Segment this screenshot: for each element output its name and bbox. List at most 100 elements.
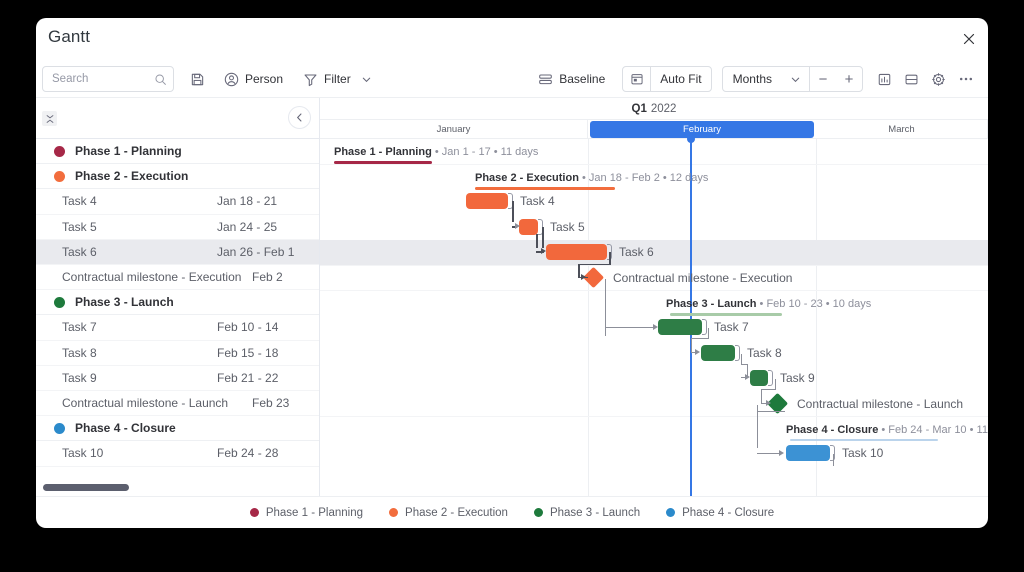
autofit-button[interactable]: Auto Fit [651,67,710,91]
task-name: Task 4 [62,194,97,209]
export-icon [877,72,892,87]
more-options-icon [958,71,974,87]
grid-vertical-line [588,139,589,496]
task-bar-task4[interactable] [466,193,508,210]
legend-item[interactable]: Phase 2 - Execution [389,507,508,519]
task-dates: Feb 2 [252,270,283,285]
save-button[interactable] [184,66,211,92]
month-cell-march[interactable]: March [816,120,988,139]
task-bar-task8[interactable] [701,344,735,361]
title-bar: Gantt [36,18,988,60]
task-row[interactable]: Task 4 Jan 18 - 21 [36,189,319,215]
filter-button[interactable]: Filter [296,66,379,92]
timeline-panel: Q1 2022 January February March Phase 1 - P… [320,98,988,496]
more-options-button[interactable] [952,66,980,92]
task-row[interactable]: Contractual milestone - Execution Feb 2 [36,265,319,291]
dependency-link [542,226,544,248]
month-header: January February March [320,120,988,139]
chevron-down-icon[interactable] [361,74,372,85]
group-row[interactable]: Phase 1 - Planning [36,139,319,165]
group-row[interactable]: Phase 2 - Execution [36,164,319,190]
task-row[interactable]: Task 5 Jan 24 - 25 [36,215,319,240]
bar-label: Task 6 [619,244,654,259]
task-bar-task5[interactable] [519,218,538,235]
horizontal-scrollbar[interactable] [43,484,129,491]
task-row[interactable]: Task 9 Feb 21 - 22 [36,366,319,391]
quarter-year: 2022 [650,102,677,115]
baseline-button[interactable]: Baseline [531,66,612,92]
person-button[interactable]: Person [217,66,290,92]
summary-range: • Feb 24 - Mar 10 • 11 days [881,424,988,437]
legend: Phase 1 - Planning Phase 2 - Execution Pha… [36,496,988,528]
grid-vertical-line [816,139,817,496]
summary-bar[interactable] [670,313,782,317]
task-row[interactable]: Task 8 Feb 15 - 18 [36,341,319,366]
task-name: Task 5 [62,219,97,234]
collapse-all-icon[interactable] [42,111,57,126]
dependency-arrow [541,248,546,255]
month-cell-february[interactable]: February [590,121,814,138]
dependency-link [761,388,762,403]
task-bar-task10[interactable] [786,445,830,462]
legend-label: Phase 2 - Execution [405,506,508,519]
task-row[interactable]: Contractual milestone - Launch Feb 23 [36,391,319,417]
summary-name: Phase 3 - Launch [666,298,757,311]
legend-item[interactable]: Phase 1 - Planning [249,507,363,519]
dependency-link [691,338,692,353]
dependency-link [691,338,709,340]
close-icon[interactable] [960,30,978,48]
summary-bar[interactable] [475,187,615,190]
group-color-dot [54,422,65,434]
task-bar-task6[interactable] [546,243,607,260]
split-view-button[interactable] [898,66,925,92]
grid-horizontal-line [320,164,988,166]
summary-label: Phase 3 - Launch • Feb 10 - 23 • 10 days [666,298,871,310]
group-row[interactable]: Phase 4 - Closure [36,416,319,442]
task-name: Task 10 [62,446,104,461]
zoom-in-button[interactable]: + [836,67,862,91]
summary-bar[interactable] [334,161,432,164]
legend-color-dot [249,508,259,517]
dependency-arrow [653,323,658,330]
search-box[interactable] [42,66,174,92]
month-cell-january[interactable]: January [320,120,588,139]
bar-end-handle[interactable] [735,344,740,361]
task-row[interactable]: Task 7 Feb 10 - 14 [36,315,319,341]
bar-label: Task 8 [747,345,782,360]
selected-row-band [320,239,988,265]
task-row[interactable]: Task 6 Jan 26 - Feb 1 [36,239,319,265]
month-label: January [436,124,471,135]
legend-item[interactable]: Phase 3 - Launch [533,507,640,519]
gantt-body: Phase 1 - Planning Phase 2 - Execution Tas… [36,98,988,496]
grid-horizontal-line [320,265,988,266]
legend-label: Phase 4 - Closure [682,506,775,519]
search-input[interactable] [52,73,154,85]
task-bar-task7[interactable] [658,319,702,336]
settings-button[interactable] [925,66,952,92]
summary-label: Phase 4 - Closure • Feb 24 - Mar 10 • 11… [786,424,988,436]
dependency-arrow [695,349,700,356]
chevron-left-icon[interactable] [288,106,311,129]
export-button[interactable] [871,66,898,92]
calendar-icon[interactable] [623,67,652,91]
today-marker-knob[interactable] [687,135,695,143]
summary-bar[interactable] [790,439,938,442]
dependency-link [761,388,776,390]
bar-end-handle[interactable] [768,369,773,386]
filter-icon [303,72,318,87]
save-icon [190,72,205,87]
legend-item[interactable]: Phase 4 - Closure [666,507,774,519]
chevron-down-icon[interactable] [790,74,801,85]
task-row[interactable]: Task 10 Feb 24 - 28 [36,441,319,467]
autofit-group: Auto Fit [622,66,712,92]
dependency-arrow [779,449,784,456]
month-label: March [888,124,915,135]
task-bar-task9[interactable] [750,369,768,386]
milestone-name: Contractual milestone - Launch [62,396,229,411]
zoom-controls: Months − + [721,66,863,92]
bar-label: Task 7 [714,320,749,335]
zoom-level-select[interactable]: Months [723,67,810,91]
group-row[interactable]: Phase 3 - Launch [36,290,319,316]
bar-end-handle[interactable] [702,319,707,336]
zoom-out-button[interactable]: − [810,67,836,91]
